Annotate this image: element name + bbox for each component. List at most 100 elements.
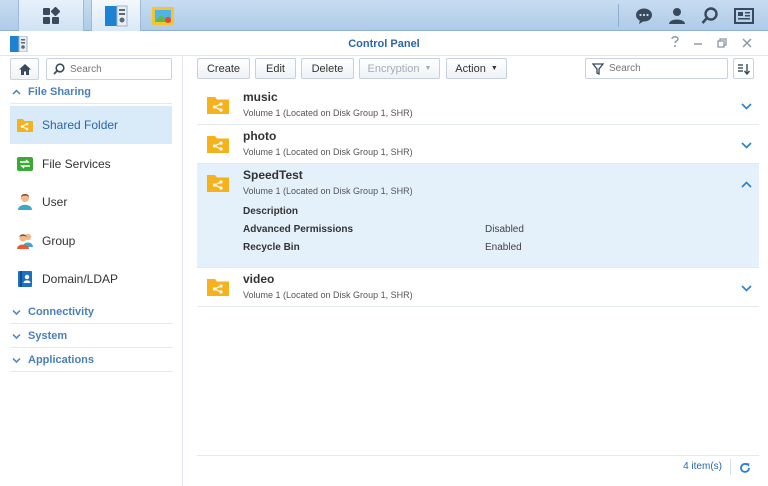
edit-button[interactable]: Edit [255, 58, 296, 79]
collapse-toggle[interactable] [739, 177, 753, 191]
folder-name: video [243, 272, 275, 286]
refresh-button[interactable] [737, 460, 753, 476]
sidebar-item-label: User [42, 195, 68, 209]
folder-name: music [243, 90, 278, 104]
filter-search-input[interactable] [609, 63, 699, 74]
file-services-icon [16, 155, 34, 173]
folder-name: SpeedTest [243, 168, 303, 182]
category-connectivity[interactable]: Connectivity [10, 300, 172, 324]
chevron-down-icon [12, 307, 28, 317]
package-icon [152, 6, 174, 25]
sidebar-item-domain-ldap[interactable]: Domain/LDAP [10, 260, 172, 298]
taskbar-separator [618, 4, 619, 27]
caret-down-icon: ▼ [490, 65, 498, 72]
restore-button[interactable] [714, 36, 730, 52]
chevron-up-icon [12, 87, 28, 97]
chevron-down-icon [740, 284, 752, 292]
shared-folder-row[interactable]: photo Volume 1 (Located on Disk Group 1,… [197, 125, 759, 164]
category-applications[interactable]: Applications [10, 348, 172, 372]
advanced-permissions-label: Advanced Permissions [243, 224, 354, 235]
user-icon [16, 193, 34, 211]
close-button[interactable] [739, 36, 755, 52]
taskbar-control-panel-button[interactable] [91, 0, 141, 31]
sidebar-search-field[interactable] [46, 58, 172, 80]
shared-folder-row[interactable]: video Volume 1 (Located on Disk Group 1,… [197, 268, 759, 307]
widgets-button[interactable] [729, 0, 759, 31]
control-panel-icon [105, 5, 128, 26]
group-icon [16, 232, 34, 250]
refresh-icon [740, 463, 750, 473]
encryption-button[interactable]: Encryption ▼ [359, 58, 440, 79]
create-button[interactable]: Create [197, 58, 250, 79]
search-icon [53, 63, 65, 75]
notifications-button[interactable] [629, 0, 659, 31]
recycle-bin-label: Recycle Bin [243, 242, 300, 253]
delete-button[interactable]: Delete [301, 58, 354, 79]
category-label: File Sharing [28, 85, 91, 98]
domain-ldap-icon [16, 270, 34, 288]
shared-folder-icon [16, 116, 34, 134]
recycle-bin-value: Enabled [485, 242, 522, 253]
expand-toggle[interactable] [739, 138, 753, 152]
user-menu-button[interactable] [662, 0, 692, 31]
sidebar-item-label: Group [42, 234, 76, 248]
sidebar-item-label: Domain/LDAP [42, 272, 119, 286]
shared-folder-icon [207, 97, 229, 114]
chat-icon [636, 8, 652, 24]
category-system[interactable]: System [10, 324, 172, 348]
sidebar-search-input[interactable] [70, 63, 160, 75]
expand-toggle[interactable] [739, 281, 753, 295]
item-count: 4 item(s) [683, 461, 722, 472]
sidebar-item-label: Shared Folder [42, 118, 119, 132]
chevron-down-icon [740, 141, 752, 149]
sort-button[interactable] [733, 58, 754, 79]
close-icon [742, 38, 752, 48]
folder-location: Volume 1 (Located on Disk Group 1, SHR) [243, 108, 413, 118]
help-icon [671, 36, 679, 47]
window-header: Control Panel [0, 32, 768, 56]
action-button[interactable]: Action ▼ [446, 58, 507, 79]
help-button[interactable] [667, 36, 683, 52]
category-label: Connectivity [28, 305, 95, 318]
sidebar-item-group[interactable]: Group [10, 222, 172, 260]
control-panel-icon [10, 35, 28, 53]
chevron-down-icon [12, 331, 28, 341]
category-label: Applications [28, 353, 95, 366]
footer-separator [730, 459, 731, 475]
shared-folder-icon [207, 279, 229, 296]
chevron-up-icon [740, 180, 752, 188]
folder-location: Volume 1 (Located on Disk Group 1, SHR) [243, 186, 413, 196]
chevron-down-icon [12, 355, 28, 365]
folder-name: photo [243, 129, 277, 143]
main-menu-button[interactable] [18, 0, 84, 31]
home-button[interactable] [10, 58, 39, 80]
expand-toggle[interactable] [739, 99, 753, 113]
restore-icon [717, 38, 727, 48]
chevron-down-icon [740, 102, 752, 110]
window-title: Control Panel [348, 38, 420, 50]
taskbar [0, 0, 768, 31]
folder-location: Volume 1 (Located on Disk Group 1, SHR) [243, 147, 413, 157]
search-icon [701, 6, 718, 24]
advanced-permissions-value: Disabled [485, 224, 524, 235]
widgets-icon [734, 7, 754, 24]
minimize-button[interactable] [690, 36, 706, 52]
shared-folder-icon [207, 136, 229, 153]
sidebar-item-user[interactable]: User [10, 183, 172, 221]
shared-folder-row[interactable]: music Volume 1 (Located on Disk Group 1,… [197, 86, 759, 125]
encryption-label: Encryption [367, 62, 420, 75]
sidebar-item-file-services[interactable]: File Services [10, 145, 172, 183]
sort-icon [738, 63, 750, 75]
caret-down-icon: ▼ [424, 65, 432, 72]
shared-folder-row[interactable]: SpeedTest Volume 1 (Located on Disk Grou… [197, 164, 759, 268]
search-button[interactable] [695, 0, 725, 31]
person-icon [669, 7, 685, 24]
filter-icon [592, 62, 604, 75]
action-label: Action [455, 62, 486, 75]
category-file-sharing[interactable]: File Sharing [10, 80, 172, 104]
sidebar-item-shared-folder[interactable]: Shared Folder [10, 106, 172, 144]
taskbar-app-button[interactable] [146, 0, 180, 31]
home-icon [18, 63, 31, 75]
filter-search-field[interactable] [585, 58, 728, 79]
shared-folder-icon [207, 175, 229, 192]
